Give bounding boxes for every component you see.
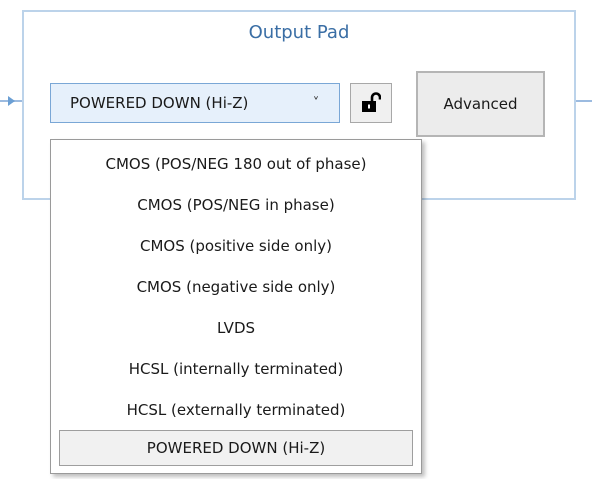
- output-connector-line: [576, 100, 592, 102]
- output-mode-select[interactable]: POWERED DOWN (Hi-Z) ˅: [50, 83, 340, 123]
- lock-toggle-button[interactable]: [350, 83, 392, 123]
- unlocked-padlock-icon: [362, 92, 381, 112]
- dropdown-option[interactable]: POWERED DOWN (Hi-Z): [59, 430, 413, 466]
- output-mode-dropdown-list: CMOS (POS/NEG 180 out of phase) CMOS (POS…: [50, 139, 422, 474]
- dropdown-option[interactable]: CMOS (positive side only): [59, 228, 413, 264]
- panel-title: Output Pad: [248, 22, 350, 43]
- advanced-button[interactable]: Advanced: [416, 71, 545, 137]
- dropdown-option[interactable]: LVDS: [59, 310, 413, 346]
- output-mode-selected-value: POWERED DOWN (Hi-Z): [70, 94, 249, 112]
- dropdown-option[interactable]: HCSL (internally terminated): [59, 351, 413, 387]
- chevron-down-icon: ˅: [312, 95, 320, 111]
- input-arrow-icon: [8, 96, 15, 106]
- dropdown-option[interactable]: CMOS (POS/NEG 180 out of phase): [59, 146, 413, 182]
- dropdown-option[interactable]: CMOS (negative side only): [59, 269, 413, 305]
- dropdown-option[interactable]: CMOS (POS/NEG in phase): [59, 187, 413, 223]
- dropdown-option[interactable]: HCSL (externally terminated): [59, 392, 413, 428]
